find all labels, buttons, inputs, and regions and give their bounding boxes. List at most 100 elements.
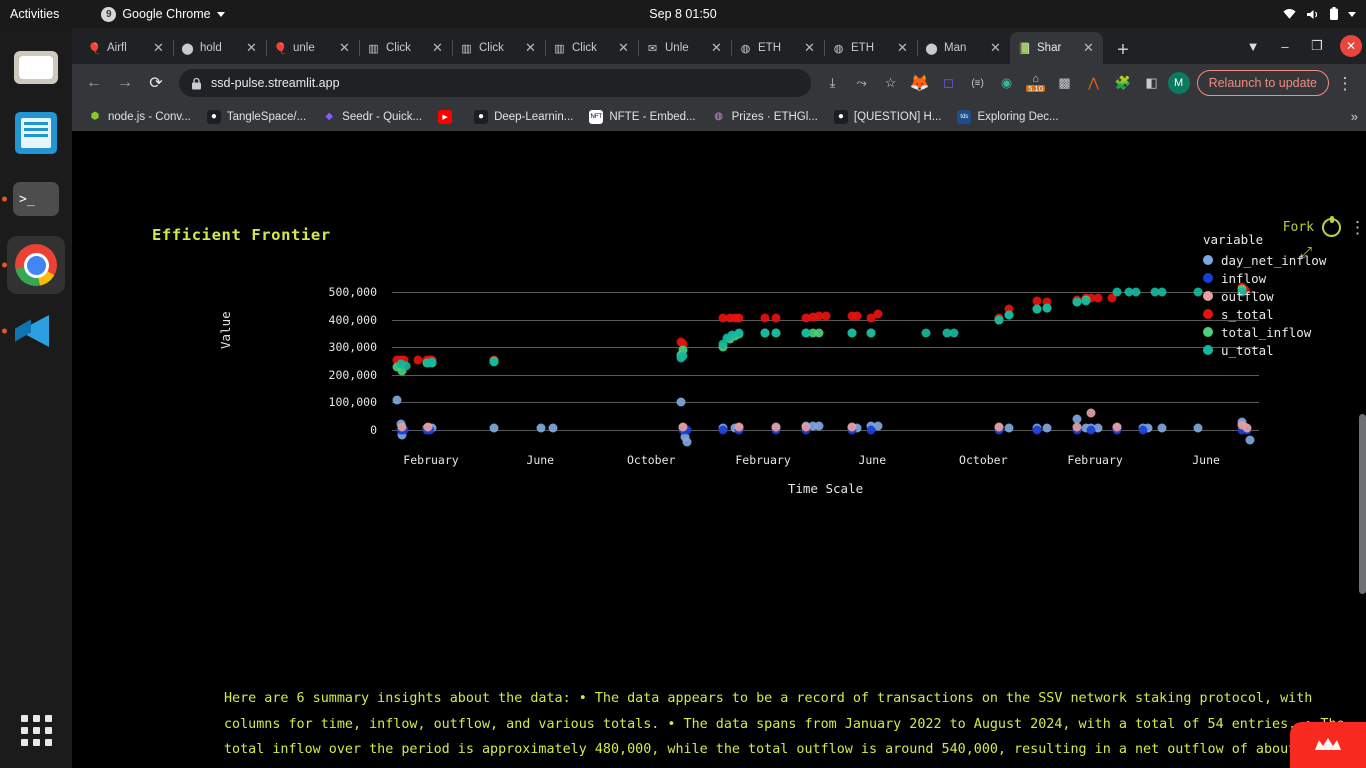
data-point[interactable] bbox=[1081, 296, 1091, 306]
data-point[interactable] bbox=[1086, 425, 1096, 435]
qr-extension-icon[interactable]: ▩ bbox=[1052, 70, 1078, 96]
extensions-puzzle-icon[interactable]: 🧩 bbox=[1110, 70, 1136, 96]
avatar[interactable]: M bbox=[1167, 72, 1190, 94]
data-point[interactable] bbox=[401, 361, 411, 371]
data-point[interactable] bbox=[1072, 422, 1082, 432]
browser-tab[interactable]: ⬤ hold ✕ bbox=[173, 32, 267, 64]
data-point[interactable] bbox=[994, 422, 1004, 432]
data-point[interactable] bbox=[548, 423, 558, 433]
data-point[interactable] bbox=[847, 328, 856, 338]
tab-search-icon[interactable]: ▼ bbox=[1238, 32, 1268, 60]
data-point[interactable] bbox=[734, 313, 744, 323]
dock-item-writer[interactable] bbox=[7, 104, 65, 162]
close-icon[interactable]: ✕ bbox=[244, 41, 259, 56]
share-icon[interactable]: ⤳ bbox=[849, 70, 875, 96]
chrome-menu-icon[interactable]: ⋮ bbox=[1332, 70, 1358, 96]
browser-tab[interactable]: ◍ ETH ✕ bbox=[731, 32, 825, 64]
data-point[interactable] bbox=[814, 328, 824, 338]
browser-tab[interactable]: 🎈 unle ✕ bbox=[266, 32, 360, 64]
bookmark-item[interactable]: ▶ bbox=[432, 108, 464, 126]
data-point[interactable] bbox=[1042, 303, 1052, 313]
data-point[interactable] bbox=[814, 421, 824, 431]
data-point[interactable] bbox=[1131, 287, 1141, 297]
legend-item[interactable]: day_net_inflow bbox=[1203, 251, 1326, 269]
data-point[interactable] bbox=[1032, 425, 1042, 435]
close-icon[interactable]: ✕ bbox=[709, 41, 724, 56]
data-point[interactable] bbox=[873, 309, 883, 319]
forward-button[interactable]: → bbox=[111, 69, 139, 97]
brave-leo-extension-icon[interactable]: ⋀ bbox=[1081, 70, 1107, 96]
data-point[interactable] bbox=[678, 351, 688, 361]
floating-action-button[interactable] bbox=[1290, 722, 1366, 768]
data-point[interactable] bbox=[423, 422, 433, 432]
page-scrollbar[interactable] bbox=[1359, 414, 1366, 594]
data-point[interactable] bbox=[1193, 423, 1203, 433]
legend-item[interactable]: s_total bbox=[1203, 305, 1326, 323]
browser-tab[interactable]: ▥ Click ✕ bbox=[452, 32, 546, 64]
show-applications-icon[interactable] bbox=[20, 715, 52, 746]
data-point[interactable] bbox=[1112, 287, 1122, 297]
close-icon[interactable]: ✕ bbox=[151, 41, 166, 56]
legend-item[interactable]: total_inflow bbox=[1203, 323, 1326, 341]
browser-tab[interactable]: ⬤ Man ✕ bbox=[917, 32, 1011, 64]
data-point[interactable] bbox=[1157, 287, 1167, 297]
bookmark-item[interactable]: NFT NFTE - Embed... bbox=[583, 108, 701, 126]
downloads-icon[interactable]: ⤓ bbox=[820, 70, 846, 96]
data-point[interactable] bbox=[718, 425, 728, 435]
data-point[interactable] bbox=[1157, 423, 1167, 433]
close-icon[interactable]: ✕ bbox=[895, 41, 910, 56]
bookmark-item[interactable]: ● TangleSpace/... bbox=[201, 108, 312, 126]
side-panel-icon[interactable]: ◧ bbox=[1139, 70, 1165, 96]
data-point[interactable] bbox=[801, 422, 811, 432]
data-point[interactable] bbox=[760, 328, 770, 338]
close-icon[interactable]: ✕ bbox=[430, 41, 445, 56]
data-point[interactable] bbox=[1112, 422, 1122, 432]
data-point[interactable] bbox=[852, 311, 862, 321]
data-point[interactable] bbox=[866, 328, 876, 338]
loom-extension-icon[interactable]: ◻ bbox=[936, 70, 962, 96]
browser-tab-active[interactable]: 📗 Shar ✕ bbox=[1010, 32, 1103, 64]
data-point[interactable] bbox=[771, 328, 781, 338]
data-point[interactable] bbox=[866, 425, 876, 435]
address-bar[interactable]: ssd-pulse.streamlit.app bbox=[179, 69, 811, 97]
data-point[interactable] bbox=[771, 313, 781, 323]
data-point[interactable] bbox=[847, 422, 856, 432]
data-point[interactable] bbox=[734, 422, 744, 432]
data-point[interactable] bbox=[489, 423, 499, 433]
grammarly-extension-icon[interactable]: (≡) bbox=[965, 70, 991, 96]
data-point[interactable] bbox=[1004, 423, 1014, 433]
data-point[interactable] bbox=[949, 328, 959, 338]
dock-item-chrome[interactable] bbox=[2, 236, 65, 294]
close-icon[interactable]: ✕ bbox=[802, 41, 817, 56]
data-point[interactable] bbox=[413, 355, 423, 365]
data-point[interactable] bbox=[760, 313, 770, 323]
activities-button[interactable]: Activities bbox=[10, 7, 59, 21]
data-point[interactable] bbox=[678, 422, 688, 432]
data-point[interactable] bbox=[392, 395, 402, 405]
bookmark-item[interactable]: ◍ Prizes · ETHGl... bbox=[706, 108, 824, 126]
bookmarks-overflow-icon[interactable]: » bbox=[1351, 109, 1358, 124]
system-tray[interactable] bbox=[1282, 7, 1356, 21]
data-point[interactable] bbox=[1086, 408, 1096, 418]
browser-tab[interactable]: ▥ Click ✕ bbox=[545, 32, 639, 64]
data-point[interactable] bbox=[427, 357, 437, 367]
data-point[interactable] bbox=[1042, 423, 1052, 433]
relaunch-to-update-button[interactable]: Relaunch to update bbox=[1196, 70, 1329, 96]
data-point[interactable] bbox=[397, 422, 407, 432]
clock[interactable]: Sep 8 01:50 bbox=[649, 7, 716, 21]
close-icon[interactable]: ✕ bbox=[1081, 41, 1096, 56]
web3-extension-icon[interactable]: ◉ bbox=[994, 70, 1020, 96]
close-icon[interactable]: ✕ bbox=[337, 41, 352, 56]
reload-button[interactable]: ⟳ bbox=[142, 69, 170, 97]
metamask-extension-icon[interactable]: 🦊 bbox=[907, 70, 933, 96]
browser-tab[interactable]: ◍ ETH ✕ bbox=[824, 32, 918, 64]
close-icon[interactable]: ✕ bbox=[616, 41, 631, 56]
speed-extension-icon[interactable]: ⌂ 5.10 bbox=[1023, 70, 1049, 96]
data-point[interactable] bbox=[1193, 287, 1203, 297]
kebab-menu-icon[interactable]: ⋮ bbox=[1349, 219, 1366, 236]
data-point[interactable] bbox=[1032, 304, 1042, 314]
bookmark-item[interactable]: ◆ Seedr - Quick... bbox=[316, 108, 428, 126]
bookmark-item[interactable]: tds Exploring Dec... bbox=[951, 108, 1064, 126]
data-point[interactable] bbox=[821, 311, 830, 321]
close-icon[interactable]: ✕ bbox=[523, 41, 538, 56]
